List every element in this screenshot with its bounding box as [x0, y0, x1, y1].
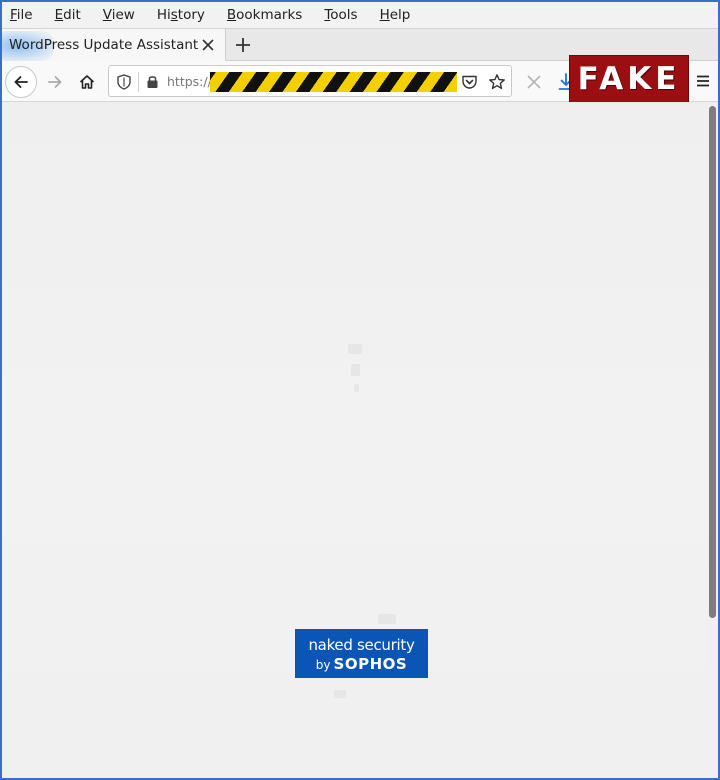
menu-tools[interactable]: Tools [324, 7, 357, 23]
browser-window: File Edit View History Bookmarks Tools H… [0, 0, 720, 780]
menu-bar: File Edit View History Bookmarks Tools H… [2, 2, 718, 28]
scrollbar-thumb[interactable] [709, 106, 716, 618]
artifact [351, 364, 360, 376]
redacted-url [210, 72, 457, 92]
tab-title: WordPress Update Assistant [9, 37, 199, 53]
home-button[interactable] [71, 66, 103, 98]
close-icon[interactable] [199, 36, 217, 54]
forward-button[interactable] [39, 66, 71, 98]
stop-icon[interactable] [525, 73, 543, 91]
naked-security-logo: naked security by SOPHOS [295, 629, 428, 678]
star-icon[interactable] [488, 73, 506, 91]
menu-view[interactable]: View [103, 7, 135, 23]
navigation-bar: https:// FAKE [2, 55, 718, 103]
menu-history[interactable]: History [157, 7, 205, 23]
lock-icon[interactable] [146, 74, 159, 89]
menu-edit[interactable]: Edit [55, 7, 81, 23]
logo-line1: naked security [308, 636, 415, 654]
logo-by: by [315, 658, 331, 672]
menu-file[interactable]: File [10, 7, 33, 23]
artifact [354, 384, 359, 392]
menu-help[interactable]: Help [380, 7, 411, 23]
logo-line2: by SOPHOS [295, 655, 428, 673]
back-arrow-icon [14, 76, 28, 88]
home-icon [79, 75, 95, 89]
artifact [378, 614, 396, 624]
fake-overlay-badge: FAKE [569, 55, 689, 103]
artifact [348, 344, 362, 354]
plus-icon[interactable] [232, 34, 254, 56]
tab-active[interactable]: WordPress Update Assistant [2, 29, 226, 61]
forward-arrow-icon [48, 76, 62, 88]
hamburger-menu-icon[interactable] [695, 73, 711, 89]
url-bar[interactable]: https:// [108, 65, 512, 97]
pocket-icon[interactable] [461, 74, 478, 90]
url-divider [138, 72, 139, 92]
menu-bookmarks[interactable]: Bookmarks [227, 7, 302, 23]
artifact [334, 690, 346, 698]
logo-brand: SOPHOS [333, 655, 408, 673]
vertical-scrollbar[interactable] [707, 102, 718, 778]
back-button[interactable] [5, 66, 37, 98]
url-prefix: https:// [167, 74, 212, 89]
shield-icon[interactable] [117, 74, 131, 90]
